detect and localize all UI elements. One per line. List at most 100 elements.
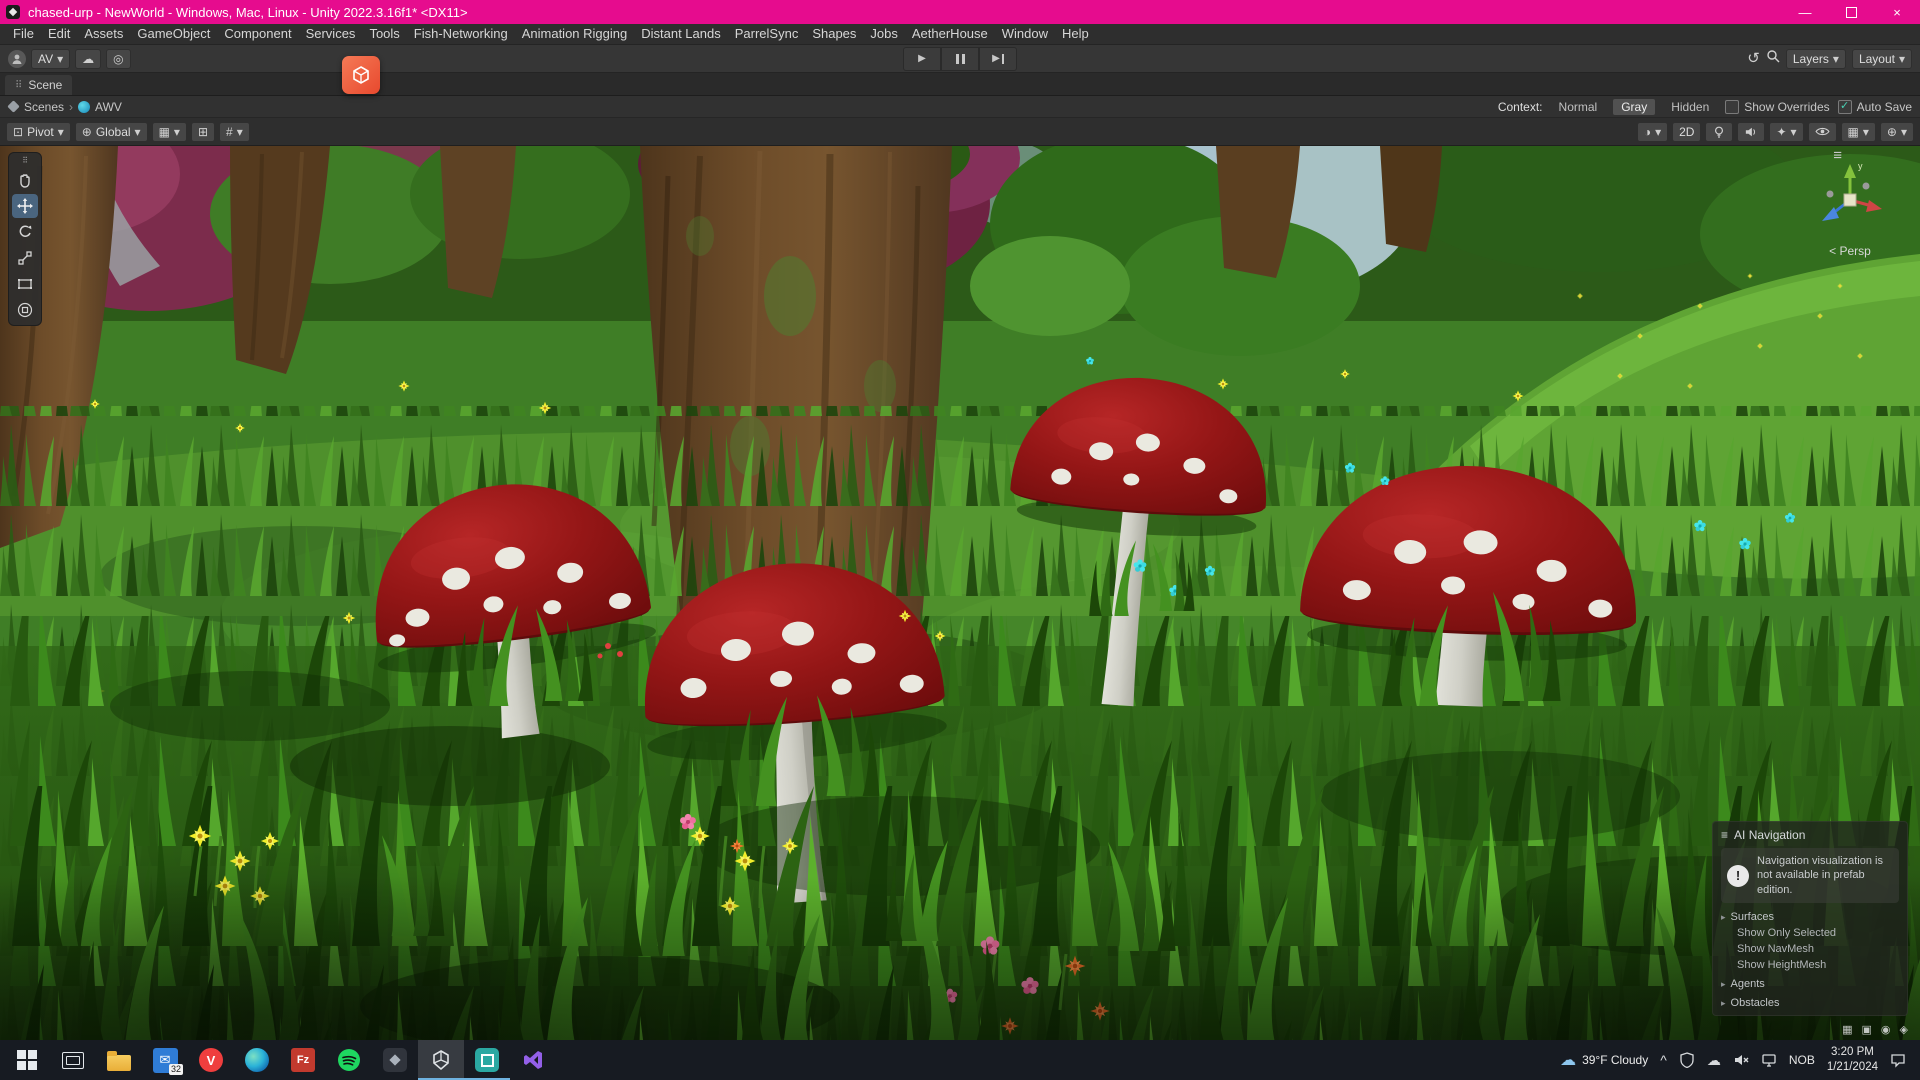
action-center-icon[interactable]: [1890, 1052, 1906, 1068]
audio-toggle[interactable]: [1737, 122, 1765, 142]
scene-viewport[interactable]: ⠿ ≡: [0, 146, 1920, 1040]
hidden-objects-toggle[interactable]: [1808, 122, 1837, 142]
auto-save-toggle[interactable]: ✓ Auto Save: [1838, 100, 1912, 114]
windows-taskbar: ✉ 32 V Fz ☁ 39°F Cloudy ^ ☁ NOB: [0, 1040, 1920, 1080]
file-explorer-app[interactable]: [96, 1040, 142, 1080]
context-option-hidden[interactable]: Hidden: [1663, 99, 1717, 115]
unknown-teal-app[interactable]: [464, 1040, 510, 1080]
menu-component[interactable]: Component: [217, 24, 298, 44]
mail-app[interactable]: ✉ 32: [142, 1040, 188, 1080]
gizmos-dropdown[interactable]: ⊕ ▾: [1880, 122, 1914, 142]
breadcrumb-scenes[interactable]: Scenes: [24, 100, 64, 114]
overlay-toggle-d-icon[interactable]: ◈: [1900, 1023, 1908, 1036]
minimize-button[interactable]: —: [1782, 0, 1828, 24]
effects-dropdown[interactable]: ✦ ▾: [1769, 122, 1803, 142]
menu-tools[interactable]: Tools: [362, 24, 406, 44]
tab-scene[interactable]: ⠿ Scene: [5, 75, 72, 95]
context-option-normal[interactable]: Normal: [1551, 99, 1606, 115]
overlay-toggle-b-icon[interactable]: ▣: [1862, 1023, 1872, 1036]
breadcrumb-current[interactable]: AWV: [95, 100, 122, 114]
edge-app[interactable]: [234, 1040, 280, 1080]
volume-muted-icon[interactable]: [1733, 1052, 1749, 1068]
play-button[interactable]: ▶: [903, 47, 941, 71]
overlay-toggle-c-icon[interactable]: ◉: [1881, 1023, 1891, 1036]
language-indicator[interactable]: NOB: [1789, 1053, 1815, 1067]
target-button[interactable]: ◎: [106, 49, 130, 69]
spotify-app[interactable]: [326, 1040, 372, 1080]
menu-assets[interactable]: Assets: [77, 24, 130, 44]
auto-save-checkbox[interactable]: ✓: [1838, 100, 1852, 114]
pause-button[interactable]: [941, 47, 979, 71]
visual-studio-app[interactable]: [510, 1040, 556, 1080]
section-surfaces[interactable]: ▸ Surfaces: [1721, 911, 1899, 923]
menu-edit[interactable]: Edit: [41, 24, 77, 44]
history-icon[interactable]: ↺: [1747, 51, 1760, 66]
defender-shield-icon[interactable]: [1679, 1052, 1695, 1068]
show-overrides-checkbox[interactable]: [1725, 100, 1739, 114]
tray-expand-chevron[interactable]: ^: [1660, 1053, 1667, 1067]
menu-fish-networking[interactable]: Fish-Networking: [407, 24, 515, 44]
foldout-arrow-icon: ▸: [1721, 912, 1726, 923]
global-dropdown[interactable]: ⊕ Global ▾: [75, 122, 148, 142]
transform-tool-button[interactable]: [12, 298, 38, 322]
unknown-dark-app[interactable]: [372, 1040, 418, 1080]
toggle-show-heightmesh[interactable]: Show HeightMesh: [1737, 959, 1899, 971]
move-tool-button[interactable]: [12, 194, 38, 218]
view-tool-button[interactable]: [12, 168, 38, 192]
unity-editor-app[interactable]: [418, 1040, 464, 1080]
menu-window[interactable]: Window: [995, 24, 1055, 44]
rect-tool-button[interactable]: [12, 272, 38, 296]
vivaldi-app[interactable]: V: [188, 1040, 234, 1080]
toggle-show-navmesh[interactable]: Show NavMesh: [1737, 943, 1899, 955]
menu-services[interactable]: Services: [299, 24, 363, 44]
grid-plus-icon: ⊞: [198, 126, 208, 138]
layers-dropdown[interactable]: Layers▾: [1786, 49, 1846, 69]
layout-dropdown[interactable]: Layout▾: [1852, 49, 1912, 69]
orientation-gizmo[interactable]: y < Persp: [1806, 154, 1894, 258]
menu-aetherhouse[interactable]: AetherHouse: [905, 24, 995, 44]
overlay-grip-icon[interactable]: ⠿: [22, 156, 28, 166]
menu-file[interactable]: File: [6, 24, 41, 44]
menu-distant-lands[interactable]: Distant Lands: [634, 24, 728, 44]
task-view-button[interactable]: [50, 1040, 96, 1080]
account-avatar[interactable]: [8, 50, 26, 68]
move-icon: [16, 197, 34, 215]
grid-visibility-dropdown[interactable]: ▦ ▾: [152, 122, 187, 142]
network-icon[interactable]: [1761, 1052, 1777, 1068]
menu-gameobject[interactable]: GameObject: [130, 24, 217, 44]
account-dropdown[interactable]: AV▾: [31, 49, 70, 69]
toggle-2d-button[interactable]: 2D: [1672, 122, 1701, 142]
context-option-gray[interactable]: Gray: [1613, 99, 1655, 115]
section-obstacles[interactable]: ▸ Obstacles: [1721, 997, 1899, 1009]
menu-shapes[interactable]: Shapes: [805, 24, 863, 44]
start-button[interactable]: [4, 1040, 50, 1080]
rotate-tool-button[interactable]: [12, 220, 38, 244]
snap-increment-button[interactable]: ⊞: [191, 122, 215, 142]
snap-settings-dropdown[interactable]: # ▾: [219, 122, 250, 142]
onedrive-icon[interactable]: ☁: [1707, 1053, 1721, 1067]
scale-tool-button[interactable]: [12, 246, 38, 270]
panel-hamburger-icon[interactable]: ≡: [1721, 828, 1728, 842]
weather-widget[interactable]: ☁ 39°F Cloudy: [1560, 1050, 1648, 1070]
step-button[interactable]: ▶: [979, 47, 1017, 71]
clock[interactable]: 3:20 PM 1/21/2024: [1827, 1045, 1878, 1075]
overlay-toggle-a-icon[interactable]: ▦: [1842, 1023, 1852, 1036]
menu-parrelsync[interactable]: ParrelSync: [728, 24, 806, 44]
menu-help[interactable]: Help: [1055, 24, 1096, 44]
close-button[interactable]: ×: [1874, 0, 1920, 24]
titlebar: chased-urp - NewWorld - Windows, Mac, Li…: [0, 0, 1920, 24]
draw-mode-dropdown[interactable]: ◑ ▾: [1637, 122, 1668, 142]
search-icon[interactable]: [1766, 49, 1780, 68]
cloud-services-button[interactable]: ☁: [75, 49, 101, 69]
toggle-show-only-selected[interactable]: Show Only Selected: [1737, 927, 1899, 939]
pivot-dropdown[interactable]: ⊡ Pivot ▾: [6, 122, 71, 142]
show-overrides-toggle[interactable]: Show Overrides: [1725, 100, 1829, 114]
projection-label[interactable]: < Persp: [1829, 244, 1871, 258]
section-agents[interactable]: ▸ Agents: [1721, 978, 1899, 990]
grid-settings-dropdown[interactable]: ▦ ▾: [1841, 122, 1876, 142]
maximize-button[interactable]: [1828, 0, 1874, 24]
lighting-toggle[interactable]: [1705, 122, 1733, 142]
filezilla-app[interactable]: Fz: [280, 1040, 326, 1080]
menu-animation-rigging[interactable]: Animation Rigging: [515, 24, 635, 44]
menu-jobs[interactable]: Jobs: [863, 24, 904, 44]
